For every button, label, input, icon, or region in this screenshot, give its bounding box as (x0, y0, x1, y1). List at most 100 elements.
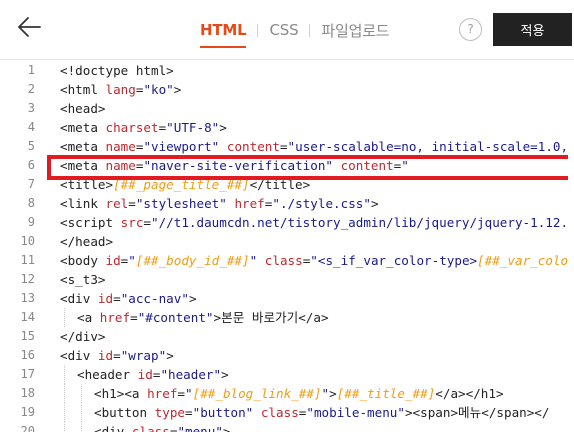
code-line[interactable]: 4 <meta charset="UTF-8"> (0, 118, 574, 137)
code-text: <div id="acc-nav"> (60, 289, 197, 308)
tab-divider (257, 23, 259, 37)
code-token: "user-scalable=no, initial-scale=1.0, (287, 139, 569, 154)
code-text: <html lang="ko"> (60, 80, 181, 99)
code-editor[interactable]: 1 <!doctype html> 2 <html lang="ko"> 3 <head>… (0, 59, 574, 432)
help-icon[interactable]: ? (459, 18, 482, 41)
code-token: > (370, 196, 379, 211)
line-number: 14 (20, 310, 35, 324)
code-token: "naver-site-verification" (143, 158, 333, 173)
code-text: </div> (60, 327, 106, 346)
code-text: <h1><a href="[##_blog_link_##]">[##_titl… (94, 384, 504, 403)
code-line[interactable]: 19 <button type="button" class="mobile-me… (0, 403, 574, 422)
code-token: id (137, 367, 153, 382)
code-token: <h1><a (94, 386, 148, 401)
code-line[interactable]: 18 <h1><a href="[##_blog_link_##]">[##_ti… (0, 384, 574, 403)
line-number: 12 (20, 272, 35, 286)
code-text: <a href="#content">본문 바로가기</a> (77, 308, 329, 327)
code-token: href (99, 310, 131, 325)
editor-toolbar: HTML CSS 파일업로드 ? 적용 (0, 0, 574, 59)
code-token: </a></h1> (435, 386, 504, 401)
code-token: class (131, 424, 170, 432)
code-token: " (401, 158, 409, 173)
code-token: = (130, 310, 138, 325)
line-number: 8 (27, 196, 35, 210)
code-line[interactable]: 13 <div id="acc-nav"> (0, 289, 574, 308)
back-arrow-icon[interactable] (16, 14, 42, 40)
code-token: <body (60, 253, 106, 268)
code-text: <script src="//t1.daumcdn.net/tistory_ad… (60, 213, 568, 232)
code-token: "ko" (143, 82, 174, 97)
code-token: charset (105, 120, 159, 135)
code-token: "<s_if_var_color-type> (310, 253, 478, 268)
code-line[interactable]: 6 <meta name="naver-site-verification" co… (0, 156, 574, 175)
code-lines: 1 <!doctype html> 2 <html lang="ko"> 3 <head>… (0, 61, 574, 432)
code-line[interactable]: 15 </div> (0, 327, 574, 346)
line-number: 7 (27, 177, 35, 191)
code-token: > (166, 348, 174, 363)
code-text: <link rel="stylesheet" href="./style.css… (60, 194, 379, 213)
code-token: </title> (249, 177, 311, 192)
code-text: <header id="header"> (77, 365, 229, 384)
code-token: "wrap" (120, 348, 167, 363)
indent-guide (64, 365, 65, 384)
code-token: = (113, 348, 121, 363)
indent-guide (64, 308, 65, 327)
code-line[interactable]: 10 </head> (0, 232, 574, 251)
line-number: 20 (20, 424, 35, 432)
code-token: id (97, 348, 114, 363)
code-line[interactable]: 1 <!doctype html> (0, 61, 574, 80)
code-text: <!doctype html> (60, 61, 174, 80)
code-token: <div (60, 348, 98, 363)
code-token: <meta (60, 139, 106, 154)
code-line[interactable]: 11 <body id="[##_body_id_##]" class="<s_i… (0, 251, 574, 270)
vertical-scrollbar[interactable] (568, 60, 574, 432)
line-number: 15 (20, 329, 35, 343)
code-line[interactable]: 8 <link rel="stylesheet" href="./style.cs… (0, 194, 574, 213)
code-line[interactable]: 17 <header id="header"> (0, 365, 574, 384)
code-text: <div class="menu"> (94, 422, 231, 432)
code-token: <div (60, 291, 98, 306)
code-line[interactable]: 9 <script src="//t1.daumcdn.net/tistory_a… (0, 213, 574, 232)
line-number: 2 (27, 82, 35, 96)
code-token: id (105, 253, 121, 268)
code-line[interactable]: 14 <a href="#content">본문 바로가기</a> (0, 308, 574, 327)
code-token: "acc-nav" (120, 291, 189, 306)
line-number: 4 (27, 120, 35, 134)
line-number: 11 (20, 253, 35, 267)
code-line[interactable]: 12 <s_t3> (0, 270, 574, 289)
code-line[interactable]: 3 <head> (0, 99, 574, 118)
code-line[interactable]: 16 <div id="wrap"> (0, 346, 574, 365)
code-token: [##_page_title_##] (113, 177, 250, 192)
code-token: = (185, 405, 193, 420)
apply-button[interactable]: 적용 (493, 13, 572, 46)
code-line[interactable]: 20 <div class="menu"> (0, 422, 574, 432)
code-token: = (113, 291, 121, 306)
code-token: "./style.css" (272, 196, 371, 211)
code-token: <meta (60, 120, 106, 135)
code-token: <!doctype html> (60, 63, 174, 78)
line-number: 17 (20, 367, 35, 381)
code-token: [##_var_colo (477, 253, 569, 268)
code-token: name (105, 158, 136, 173)
code-token: href (147, 386, 178, 401)
code-token: " (128, 253, 136, 268)
tab-css[interactable]: CSS (269, 21, 298, 39)
indent-guide (64, 403, 65, 422)
code-token: <link (60, 196, 106, 211)
code-token: = (143, 215, 152, 230)
code-line[interactable]: 2 <html lang="ko"> (0, 80, 574, 99)
line-number: 5 (27, 139, 35, 153)
code-token: [##_body_id_##] (135, 253, 250, 268)
tab-html[interactable]: HTML (200, 21, 247, 48)
code-token: <head> (60, 101, 106, 116)
tab-file-upload[interactable]: 파일업로드 (321, 20, 389, 41)
indent-guide (81, 422, 82, 432)
code-token: </span></ (481, 405, 550, 420)
code-token: content (340, 158, 394, 173)
code-line[interactable]: 7 <title>[##_page_title_##]</title> (0, 175, 574, 194)
indent-guide (81, 384, 82, 403)
code-line[interactable]: 5 <meta name="viewport" content="user-sca… (0, 137, 574, 156)
